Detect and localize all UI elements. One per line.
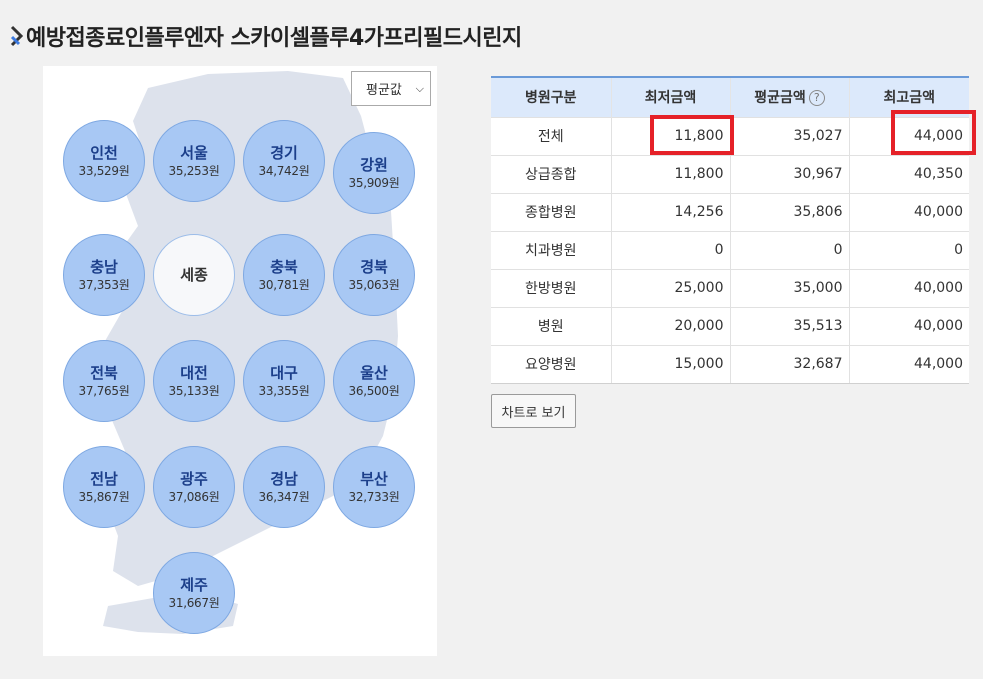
table-row: 종합병원 14,256 35,806 40,000 <box>491 192 969 231</box>
region-seoul[interactable]: 서울 35,253원 <box>153 120 235 202</box>
region-price: 35,063원 <box>348 278 400 292</box>
region-price: 35,867원 <box>78 490 130 504</box>
page-header: 예방접종료인플루엔자 스카이셀플루4가프리필드시린지 <box>8 20 522 52</box>
cell-avg: 30,967 <box>730 154 850 193</box>
region-name: 전북 <box>90 364 118 382</box>
cell-category: 한방병원 <box>491 268 612 307</box>
col-header-category: 병원구분 <box>491 76 612 117</box>
region-ulsan[interactable]: 울산 36,500원 <box>333 340 415 422</box>
cell-min: 14,256 <box>611 192 731 231</box>
cell-avg: 35,806 <box>730 192 850 231</box>
region-name: 경북 <box>360 258 388 276</box>
region-chungnam[interactable]: 충남 37,353원 <box>63 234 145 316</box>
col-header-avg-label: 평균금액 <box>754 90 806 107</box>
region-price: 35,253원 <box>168 164 220 178</box>
region-sejong[interactable]: 세종 <box>153 234 235 316</box>
cell-max: 0 <box>849 230 969 269</box>
region-name: 서울 <box>180 144 208 162</box>
region-name: 부산 <box>360 470 388 488</box>
table-row: 요양병원 15,000 32,687 44,000 <box>491 344 969 384</box>
cell-avg: 32,687 <box>730 344 850 384</box>
highlight-box-max <box>891 110 976 155</box>
cell-max: 40,000 <box>849 192 969 231</box>
region-name: 세종 <box>180 266 208 284</box>
col-header-min: 최저금액 <box>611 76 731 117</box>
region-jeju[interactable]: 제주 31,667원 <box>153 552 235 634</box>
cell-category: 전체 <box>491 116 612 155</box>
region-price: 37,086원 <box>168 490 220 504</box>
cell-min: 25,000 <box>611 268 731 307</box>
region-gyeongnam[interactable]: 경남 36,347원 <box>243 446 325 528</box>
cell-max: 40,350 <box>849 154 969 193</box>
region-price: 32,733원 <box>348 490 400 504</box>
region-name: 경기 <box>270 144 298 162</box>
region-jeonbuk[interactable]: 전북 37,765원 <box>63 340 145 422</box>
cell-avg: 35,000 <box>730 268 850 307</box>
cell-min: 20,000 <box>611 306 731 345</box>
region-gwangju[interactable]: 광주 37,086원 <box>153 446 235 528</box>
region-map-panel: 평균값 ⌵ 인천 33,529원 서울 35,253원 경기 34,742원 강… <box>43 66 437 656</box>
cell-max: 40,000 <box>849 306 969 345</box>
highlight-box-min <box>650 115 734 155</box>
region-price: 36,347원 <box>258 490 310 504</box>
region-jeonnam[interactable]: 전남 35,867원 <box>63 446 145 528</box>
cell-avg: 35,027 <box>730 116 850 155</box>
cell-max: 40,000 <box>849 268 969 307</box>
region-name: 강원 <box>360 156 388 174</box>
stat-select[interactable]: 평균값 ⌵ <box>351 71 431 106</box>
chevron-down-icon: ⌵ <box>415 81 424 95</box>
region-name: 충북 <box>270 258 298 276</box>
cell-min: 11,800 <box>611 154 731 193</box>
chevron-right-icon <box>8 23 26 49</box>
region-price: 30,781원 <box>258 278 310 292</box>
region-name: 울산 <box>360 364 388 382</box>
region-name: 대전 <box>180 364 208 382</box>
region-chungbuk[interactable]: 충북 30,781원 <box>243 234 325 316</box>
table-row: 치과병원 0 0 0 <box>491 230 969 269</box>
region-price: 37,353원 <box>78 278 130 292</box>
cell-min: 15,000 <box>611 344 731 384</box>
region-name: 충남 <box>90 258 118 276</box>
cell-category: 요양병원 <box>491 344 612 384</box>
table-row: 한방병원 25,000 35,000 40,000 <box>491 268 969 307</box>
table-row: 상급종합 11,800 30,967 40,350 <box>491 154 969 193</box>
region-busan[interactable]: 부산 32,733원 <box>333 446 415 528</box>
region-price: 35,909원 <box>348 176 400 190</box>
region-name: 광주 <box>180 470 208 488</box>
region-gyeongbuk[interactable]: 경북 35,063원 <box>333 234 415 316</box>
cell-category: 병원 <box>491 306 612 345</box>
region-price: 37,765원 <box>78 384 130 398</box>
region-name: 전남 <box>90 470 118 488</box>
region-name: 인천 <box>90 144 118 162</box>
cell-category: 종합병원 <box>491 192 612 231</box>
cell-category: 치과병원 <box>491 230 612 269</box>
region-price: 33,529원 <box>78 164 130 178</box>
region-incheon[interactable]: 인천 33,529원 <box>63 120 145 202</box>
region-price: 35,133원 <box>168 384 220 398</box>
region-name: 대구 <box>270 364 298 382</box>
cell-min: 0 <box>611 230 731 269</box>
region-daegu[interactable]: 대구 33,355원 <box>243 340 325 422</box>
region-gangwon[interactable]: 강원 35,909원 <box>333 132 415 214</box>
cell-avg: 35,513 <box>730 306 850 345</box>
region-price: 31,667원 <box>168 596 220 610</box>
region-name: 경남 <box>270 470 298 488</box>
help-icon[interactable]: ? <box>808 90 825 107</box>
cell-category: 상급종합 <box>491 154 612 193</box>
region-price: 36,500원 <box>348 384 400 398</box>
region-name: 제주 <box>180 576 208 594</box>
table-row: 병원 20,000 35,513 40,000 <box>491 306 969 345</box>
page-title: 예방접종료인플루엔자 스카이셀플루4가프리필드시린지 <box>26 26 522 51</box>
col-header-avg: 평균금액? <box>730 76 850 117</box>
region-daejeon[interactable]: 대전 35,133원 <box>153 340 235 422</box>
region-price: 34,742원 <box>258 164 310 178</box>
cell-max: 44,000 <box>849 344 969 384</box>
cell-avg: 0 <box>730 230 850 269</box>
region-price: 33,355원 <box>258 384 310 398</box>
region-gyeonggi[interactable]: 경기 34,742원 <box>243 120 325 202</box>
stat-select-value: 평균값 <box>366 83 402 98</box>
chart-view-button[interactable]: 차트로 보기 <box>491 394 576 428</box>
